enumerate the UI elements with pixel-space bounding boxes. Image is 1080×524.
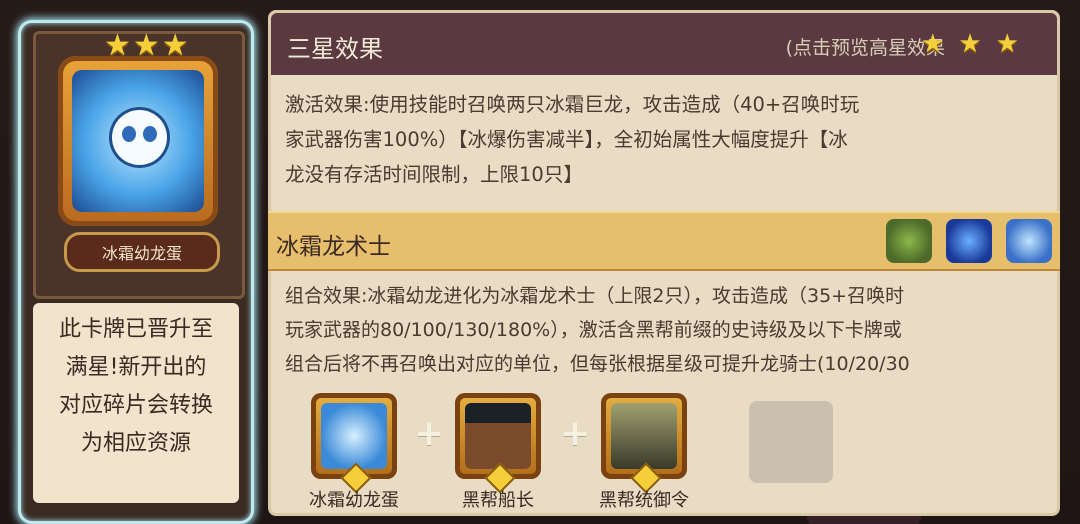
tree-creature-icon[interactable] [886,219,932,263]
combo-name: 冰霜龙术士 [276,234,391,260]
combo-effect-text: 组合效果:冰霜幼龙进化为冰霜龙术士（上限2只），攻击造成（35+召唤时 玩家武器… [285,279,1049,381]
empty-slot[interactable] [749,401,833,483]
effect-line: 龙没有存活时间限制，上限10只】 [285,163,583,186]
gang-order-icon [611,403,677,469]
panel-title: 三星效果 [287,35,383,63]
combo-line: 玩家武器的80/100/130/180%），激活含黑帮前缀的史诗级及以下卡牌或 [285,319,902,341]
panel-header: 三星效果 (点击预览高星效果 ★★★ [271,13,1057,75]
blue-dragon-icon[interactable] [946,219,992,263]
card-panel[interactable]: ★★★ 冰霜幼龙蛋 此卡牌已晋升至 满星!新开出的 对应碎片会转换 为相应资源 [18,20,254,524]
frost-egg-icon [72,70,204,212]
card-art: ★★★ 冰霜幼龙蛋 [33,28,245,299]
frost-egg-icon [321,403,387,469]
recipe-label: 黑帮统御令 [599,490,689,511]
effect-panel: 三星效果 (点击预览高星效果 ★★★ 激活效果:使用技能时召唤两只冰霜巨龙，攻击… [268,10,1060,516]
gang-captain-icon [465,403,531,469]
recipe-slot-frost-egg[interactable] [311,393,397,494]
activation-effect-text: 激活效果:使用技能时召唤两只冰霜巨龙，攻击造成（40+召唤时玩 家武器伤害100… [285,87,1049,192]
recipe-area: + + 冰霜幼龙蛋 黑帮船长 黑帮统御令 [271,383,1057,513]
plus-icon: + [414,413,445,454]
card-desc-line: 满星!新开出的 [65,355,207,380]
card-description: 此卡牌已晋升至 满星!新开出的 对应碎片会转换 为相应资源 [33,303,239,503]
effect-line: 家武器伤害100%）【冰爆伤害减半】，全初始属性大幅度提升【冰 [285,128,848,151]
effect-line: 激活效果:使用技能时召唤两只冰霜巨龙，攻击造成（40+召唤时玩 [285,93,860,116]
recipe-label: 黑帮船长 [462,490,534,511]
card-desc-line: 对应碎片会转换 [58,393,213,418]
ice-dragon-icon[interactable] [1006,219,1052,263]
combo-header: 冰霜龙术士 [268,211,1060,271]
recipe-slot-gang-order[interactable] [601,393,687,494]
combo-line: 组合后将不再召唤出对应的单位，但每张根据星级可提升龙骑士(10/20/30 [285,353,910,375]
plus-icon: + [560,413,591,454]
recipe-label: 冰霜幼龙蛋 [309,490,399,511]
preview-stars-button[interactable]: ★★★ [921,29,1033,59]
card-name: 冰霜幼龙蛋 [64,232,220,272]
card-frame [58,56,218,226]
card-desc-line: 此卡牌已晋升至 [58,317,213,342]
combo-icons [886,219,1052,263]
skull-egg-icon [112,110,167,165]
combo-line: 组合效果:冰霜幼龙进化为冰霜龙术士（上限2只），攻击造成（35+召唤时 [285,285,905,307]
recipe-slot-gang-captain[interactable] [455,393,541,494]
card-desc-line: 为相应资源 [80,431,191,456]
